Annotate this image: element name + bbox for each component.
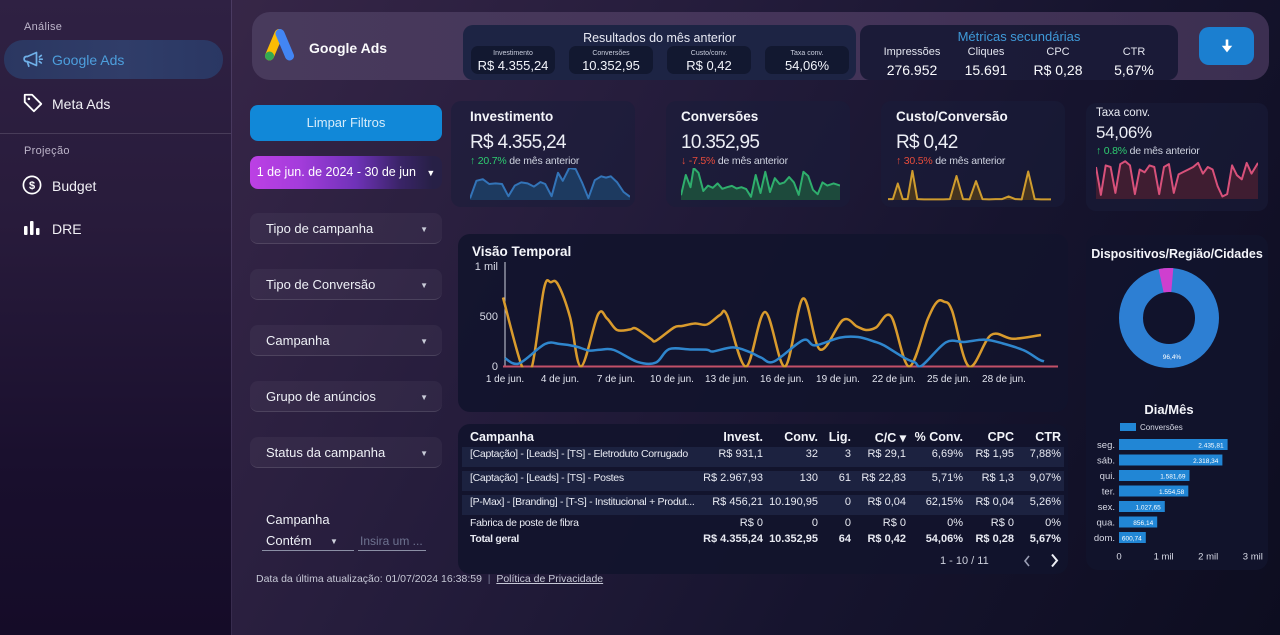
svg-text:4 de jun.: 4 de jun.: [541, 374, 579, 385]
svg-text:1 de jun.: 1 de jun.: [486, 374, 524, 385]
svg-text:10 de jun.: 10 de jun.: [650, 374, 694, 385]
svg-text:856,14: 856,14: [1133, 520, 1153, 527]
svg-text:0: 0: [1116, 552, 1121, 563]
svg-text:2.318,34: 2.318,34: [1193, 458, 1219, 465]
svg-text:22 de jun.: 22 de jun.: [872, 374, 916, 385]
svg-text:$: $: [29, 180, 35, 192]
svg-text:1.554,58: 1.554,58: [1159, 489, 1185, 496]
svg-text:19 de jun.: 19 de jun.: [816, 374, 860, 385]
svg-text:sáb.: sáb.: [1097, 456, 1115, 467]
svg-text:Conversões: Conversões: [1140, 423, 1183, 432]
svg-text:16 de jun.: 16 de jun.: [760, 374, 804, 385]
svg-text:sex.: sex.: [1098, 502, 1115, 513]
svg-text:1 mil: 1 mil: [1154, 552, 1174, 563]
svg-text:7 de jun.: 7 de jun.: [597, 374, 635, 385]
svg-text:0: 0: [492, 361, 498, 373]
svg-text:Dia/Mês: Dia/Mês: [1144, 402, 1193, 417]
svg-text:2 mil: 2 mil: [1198, 552, 1218, 563]
svg-text:2.435,81: 2.435,81: [1198, 443, 1224, 450]
svg-text:25 de jun.: 25 de jun.: [927, 374, 971, 385]
svg-text:500: 500: [480, 311, 498, 323]
svg-text:28 de jun.: 28 de jun.: [982, 374, 1026, 385]
svg-text:dom.: dom.: [1094, 533, 1115, 544]
svg-text:1.027,65: 1.027,65: [1135, 505, 1161, 512]
svg-text:13 de jun.: 13 de jun.: [705, 374, 749, 385]
svg-text:600,74: 600,74: [1122, 536, 1142, 543]
svg-text:1 mil: 1 mil: [475, 261, 498, 273]
svg-text:ter.: ter.: [1102, 487, 1115, 498]
svg-text:seg.: seg.: [1097, 440, 1115, 451]
svg-text:qua.: qua.: [1097, 518, 1116, 529]
svg-text:1.581,69: 1.581,69: [1160, 474, 1186, 481]
svg-text:3 mil: 3 mil: [1243, 552, 1263, 563]
svg-text:qui.: qui.: [1100, 471, 1115, 482]
svg-text:96,4%: 96,4%: [1163, 354, 1182, 361]
